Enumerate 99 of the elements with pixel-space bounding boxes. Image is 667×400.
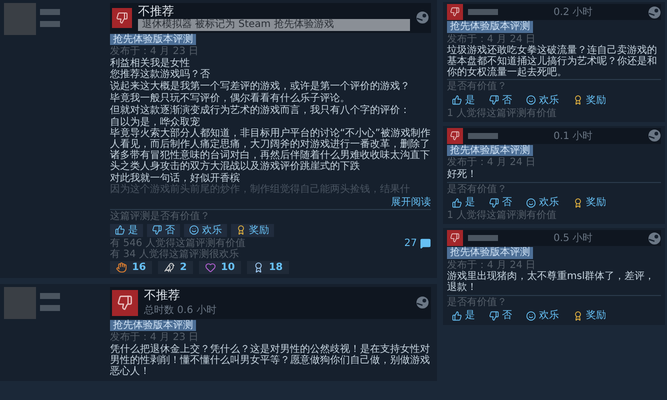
review-text: 但就对这款逐渐演变成行为艺术的游戏而言，我只有八个字的评价：	[110, 106, 411, 116]
verdict-label: 不推荐	[138, 5, 175, 18]
avatar-placeholder	[4, 3, 36, 35]
vote-button[interactable]: 欢乐	[521, 94, 564, 107]
post-date: 发布于：4 月 23 日	[110, 332, 200, 344]
steam-logo-icon	[416, 296, 429, 310]
thumbs-up-icon	[452, 95, 462, 106]
award-chip[interactable]: 16	[110, 260, 152, 274]
vote-button[interactable]: 是	[447, 309, 480, 322]
helpful-question: 是否有价值？	[447, 79, 661, 93]
comment-icon	[420, 238, 431, 249]
post-date: 发布于：4 月 23 日	[110, 46, 200, 58]
thumbs-down-badge-icon	[447, 230, 463, 246]
notice-text: 退休模拟器 被标记为 Steam 抢先体验游戏	[138, 19, 410, 31]
blurred-name	[40, 292, 60, 299]
hours-text: 总时数 0.6 小时	[144, 304, 218, 317]
vote-button[interactable]: 否	[484, 196, 517, 210]
thumbs-down-icon	[489, 95, 499, 106]
vote-button[interactable]: 欢乐	[521, 309, 564, 322]
vote-count-text: 有 34 人觉得这篇评测很欢乐	[110, 248, 240, 260]
heart-icon	[204, 262, 216, 273]
helpful-question: 是否有价值？	[447, 182, 661, 196]
award-icon	[573, 310, 583, 321]
comment-count[interactable]: 27	[404, 238, 431, 249]
vote-button[interactable]: 欢乐	[521, 196, 564, 210]
avatar-placeholder	[4, 286, 36, 319]
review-text: 自以为是，哗众取宠	[110, 118, 200, 128]
smile-icon	[526, 95, 536, 106]
thumbs-down-badge-icon	[112, 8, 132, 28]
award-icon	[573, 198, 583, 208]
thumbs-down-badge-icon	[447, 4, 463, 20]
thumbs-down-icon	[489, 310, 499, 321]
blurred-name	[468, 235, 498, 242]
award-icon	[236, 225, 246, 236]
early-access-tag: 抢先体验版本评测	[447, 144, 533, 156]
thumbs-down-badge-icon	[112, 290, 138, 316]
helpful-question: 这篇评测是否有价值？	[110, 209, 431, 223]
blurred-info	[40, 21, 60, 27]
bird-icon	[164, 262, 175, 273]
vote-button[interactable]: 否	[484, 309, 517, 322]
blurred-name	[468, 9, 498, 15]
thumbs-up-icon	[115, 225, 125, 236]
post-date: 发布于：4 月 24 日	[447, 260, 536, 271]
vote-button[interactable]: 是	[447, 94, 480, 107]
post-date: 发布于：4 月 24 日	[447, 34, 537, 44]
thumbs-down-badge-icon	[447, 128, 463, 144]
blurred-info	[40, 304, 60, 311]
verdict-label: 不推荐	[144, 288, 181, 302]
vote-count-text: 有 546 人觉得这篇评测有价值	[110, 238, 246, 249]
thumbs-up-icon	[452, 198, 462, 208]
smile-icon	[526, 198, 536, 208]
review-text: 利益相关我是女性	[110, 58, 191, 69]
thumbs-down-icon	[489, 198, 499, 208]
steam-logo-icon	[648, 232, 661, 245]
vote-button[interactable]: 奖励	[568, 196, 611, 210]
helpful-question: 是否有价值？	[447, 294, 661, 308]
review-text: 说起来这大概是我第一个写差评的游戏，或许是第一个评价的游戏？	[110, 82, 411, 92]
early-access-tag: 抢先体验版本评测	[447, 21, 533, 32]
vote-button[interactable]: 是	[110, 224, 143, 237]
early-access-tag: 抢先体验版本评测	[110, 34, 196, 46]
vote-button[interactable]: 奖励	[231, 224, 274, 237]
vote-count-text: 1 人觉得这篇评测有价值	[447, 108, 558, 119]
steam-logo-icon	[648, 6, 661, 18]
vote-button[interactable]: 否	[484, 94, 517, 107]
steam-logo-icon	[416, 11, 429, 24]
review-text: 垃圾游戏还敢吃女拳这破流量？连自己卖游戏的基本盘都不知道捅这儿搞行为艺术呢？你还是和你的女权流量一起去死吧。	[447, 46, 658, 78]
medal-icon	[252, 262, 264, 273]
steam-logo-icon	[648, 129, 661, 142]
vote-button[interactable]: 是	[447, 196, 480, 210]
early-access-tag: 抢先体验版本评测	[110, 320, 196, 332]
award-icon	[573, 95, 583, 106]
vote-button[interactable]: 奖励	[568, 94, 611, 107]
thumbs-down-icon	[152, 225, 162, 236]
expand-link[interactable]: 展开阅读	[391, 197, 431, 208]
award-chip[interactable]: 10	[198, 260, 241, 274]
hours-text: 0.5 小时	[553, 232, 593, 246]
review-text: 您推荐这款游戏吗？否	[110, 70, 211, 80]
smile-icon	[189, 225, 199, 236]
award-chip[interactable]: 2	[158, 260, 193, 274]
hours-text: 0.2 小时	[553, 6, 593, 19]
review-text: 凭什么把退休金上交？凭什么？这是对男性的公然歧视！是在支持女性对男性的性剥削！懂不懂什么叫男女平等？愿意做狗你们自己做，别做游戏恶心人！	[110, 344, 431, 378]
post-date: 发布于：4 月 24 日	[447, 157, 537, 169]
review-text: 毕竟我一般只玩不写评价，偶尔看看有什么乐子评论。	[110, 94, 351, 104]
vote-button[interactable]: 否	[147, 224, 180, 237]
vote-count-text: 1 人觉得这篇评测有价值	[447, 210, 558, 222]
hours-text: 0.1 小时	[553, 130, 593, 143]
review-text: 对此我就一句话，好似开香槟	[110, 174, 241, 184]
review-text: 游戏里出现猪肉，太不尊重msl群体了，差评，退款！	[447, 272, 656, 294]
thumbs-up-icon	[452, 310, 462, 321]
vote-button[interactable]: 奖励	[568, 309, 611, 322]
hand-icon	[116, 262, 127, 273]
early-access-tag: 抢先体验版本评测	[447, 247, 533, 259]
smile-icon	[526, 310, 536, 321]
blurred-name	[468, 132, 498, 139]
review-text: 好死！	[447, 170, 478, 181]
review-text: 毕竟导火索大部分人都知道，非目标用户平台的讨论“不小心”被游戏制作人看见，而后制作人痛定思痛，大刀阔斧的对游戏进行一番改革，删除了诸多带有冒犯性意味的台词对白，再然后伴随着什么男难收收味太沟直下头之类人身攻击的双方大混战以及游戏评价跳崖式的下跌	[110, 129, 431, 172]
blurred-name	[40, 9, 60, 15]
award-chip[interactable]: 18	[246, 260, 289, 274]
vote-button[interactable]: 欢乐	[184, 224, 227, 237]
